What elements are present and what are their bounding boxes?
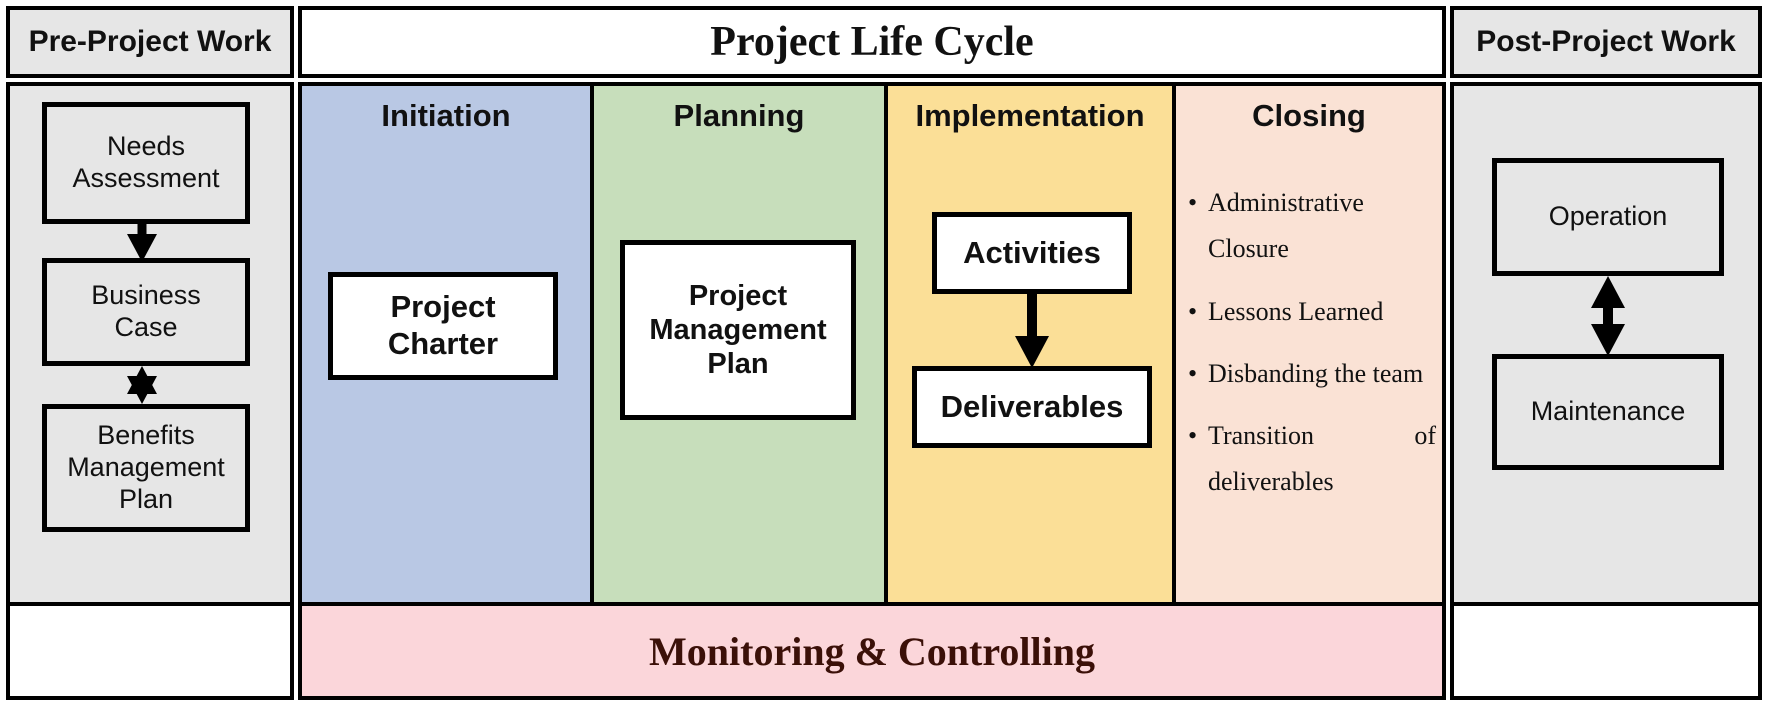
node-activities-label: Activities [963, 234, 1101, 270]
phase-planning: Planning Project Management Plan [590, 82, 888, 606]
phase-initiation: Initiation Project Charter [298, 82, 594, 606]
node-needs-assessment-label: Needs Assessment [72, 131, 219, 195]
monitoring-and-controlling-bar: Monitoring & Controlling [298, 602, 1446, 700]
node-maintenance-label: Maintenance [1530, 396, 1686, 427]
project-life-cycle-diagram: Pre-Project Work Project Life Cycle Post… [0, 0, 1768, 706]
node-project-management-plan: Project Management Plan [620, 240, 856, 420]
pre-project-work-column: Needs Assessment Business Case Benefits … [6, 82, 294, 606]
node-business-case: Business Case [42, 258, 250, 366]
monitoring-and-controlling-title: Monitoring & Controlling [649, 628, 1095, 674]
charter-line-1: Project [390, 289, 496, 325]
needs-line-2: Assessment [72, 163, 220, 193]
benefits-line-2: Management [67, 452, 225, 483]
node-needs-assessment: Needs Assessment [42, 102, 250, 224]
node-operation: Operation [1492, 158, 1724, 276]
closing-bullet-3: Disbanding the team [1208, 358, 1424, 388]
node-deliverables-label: Deliverables [940, 388, 1124, 424]
closing-bullet-1: Administrative Closure [1208, 188, 1364, 264]
project-life-cycle-header: Project Life Cycle [298, 6, 1446, 78]
pmplan-line-2: Management [649, 313, 827, 346]
closing-deliverables-list: Administrative Closure Lessons Learned D… [1186, 180, 1436, 522]
phase-closing-title: Closing [1252, 98, 1366, 133]
list-item: Administrative Closure [1186, 180, 1436, 273]
phase-planning-title: Planning [673, 98, 805, 133]
pre-project-work-header: Pre-Project Work [6, 6, 294, 78]
node-activities: Activities [932, 212, 1132, 294]
node-deliverables: Deliverables [912, 366, 1152, 448]
node-maintenance: Maintenance [1492, 354, 1724, 470]
bottom-left-filler [6, 602, 294, 700]
list-item: Lessons Learned [1186, 289, 1436, 336]
node-benefits-management-plan: Benefits Management Plan [42, 404, 250, 532]
closing-bullet-2: Lessons Learned [1208, 296, 1384, 326]
pmplan-line-3: Plan [707, 348, 769, 381]
post-project-work-header: Post-Project Work [1450, 6, 1762, 78]
closing-bullet-4: Transition of deliverables [1208, 421, 1436, 497]
project-life-cycle-title: Project Life Cycle [710, 19, 1034, 65]
phase-implementation-title: Implementation [915, 98, 1145, 133]
business-line-2: Case [114, 312, 178, 342]
pre-project-work-title: Pre-Project Work [28, 25, 272, 59]
needs-line-1: Needs [106, 131, 186, 162]
benefits-line-1: Benefits [97, 420, 195, 451]
charter-line-2: Charter [387, 326, 499, 361]
node-operation-label: Operation [1548, 201, 1668, 232]
node-project-charter: Project Charter [328, 272, 558, 380]
phase-initiation-title: Initiation [381, 98, 511, 133]
node-project-management-plan-label: Project Management Plan [649, 279, 826, 382]
pmplan-line-1: Project [688, 279, 788, 312]
list-item: Disbanding the team [1186, 351, 1436, 398]
post-project-work-column: Operation Maintenance [1450, 82, 1762, 606]
list-item: Transition of deliverables [1186, 413, 1436, 506]
node-project-charter-label: Project Charter [388, 289, 498, 362]
benefits-line-3: Plan [118, 483, 174, 514]
node-business-case-label: Business Case [91, 280, 201, 344]
business-line-1: Business [91, 280, 201, 311]
post-project-work-title: Post-Project Work [1476, 25, 1736, 59]
phase-implementation: Implementation Activities Deliverables [884, 82, 1176, 606]
bottom-right-filler [1450, 602, 1762, 700]
node-benefits-management-plan-label: Benefits Management Plan [67, 420, 225, 516]
